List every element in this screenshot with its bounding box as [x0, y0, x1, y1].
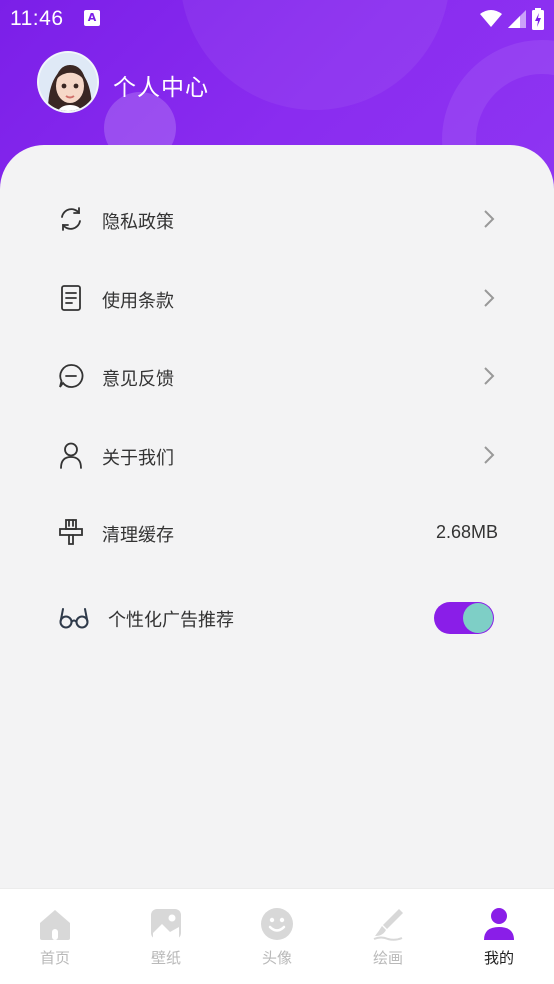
menu-item-terms[interactable]: 使用条款	[0, 268, 554, 328]
profile-icon	[484, 908, 514, 940]
avatar-image	[39, 53, 97, 111]
menu-label: 使用条款	[102, 291, 174, 312]
menu-item-clear-cache[interactable]: 清理缓存 2.68MB	[0, 502, 554, 562]
nav-item-home[interactable]: 首页	[0, 889, 110, 984]
menu-label: 意见反馈	[102, 369, 174, 390]
nav-item-mine[interactable]: 我的	[444, 889, 554, 984]
signal-icon	[508, 10, 526, 28]
menu-item-about[interactable]: 关于我们	[0, 425, 554, 485]
avatar[interactable]	[37, 51, 99, 113]
page-title: 个人中心	[113, 75, 209, 101]
nav-item-avatar[interactable]: 头像	[222, 889, 332, 984]
menu-label: 隐私政策	[102, 212, 174, 233]
battery-icon	[532, 8, 544, 30]
document-icon	[61, 285, 81, 311]
chat-icon	[59, 364, 84, 388]
person-icon	[60, 442, 82, 469]
chevron-right-icon	[484, 210, 495, 228]
menu-item-feedback[interactable]: 意见反馈	[0, 346, 554, 406]
menu-label: 清理缓存	[102, 525, 174, 546]
brush-pen-icon	[373, 909, 403, 941]
chevron-right-icon	[484, 367, 495, 385]
menu-label: 关于我们	[102, 448, 174, 469]
nav-label: 头像	[261, 949, 292, 967]
chevron-right-icon	[484, 446, 495, 464]
menu-item-privacy[interactable]: 隐私政策	[0, 189, 554, 249]
chevron-right-icon	[484, 289, 495, 307]
glasses-icon	[59, 608, 89, 629]
wifi-icon	[480, 10, 502, 27]
ads-toggle[interactable]	[434, 602, 494, 634]
refresh-icon	[61, 207, 81, 231]
bottom-nav: 首页 壁纸 头像 绘画 我的	[0, 888, 554, 984]
status-time: 11:46	[10, 7, 64, 30]
status-icons	[480, 8, 544, 30]
nav-label: 首页	[39, 949, 70, 967]
nav-item-wallpaper[interactable]: 壁纸	[111, 889, 221, 984]
smile-icon	[261, 908, 293, 940]
nav-label: 我的	[483, 949, 514, 967]
nav-label: 壁纸	[150, 949, 181, 967]
image-icon	[151, 909, 181, 939]
nav-label: 绘画	[372, 949, 403, 967]
cache-size: 2.68MB	[435, 522, 498, 542]
menu-card: 隐私政策 使用条款 意见反馈 关于我们 清理缓存 2.68MB 个性化广告推荐	[0, 145, 554, 905]
menu-label: 个性化广告推荐	[108, 610, 234, 631]
nav-item-drawing[interactable]: 绘画	[333, 889, 443, 984]
brush-icon	[59, 519, 83, 545]
home-icon	[40, 910, 70, 940]
toggle-knob	[463, 603, 493, 633]
status-bar: 11:46 A	[0, 0, 554, 38]
notification-icon: A	[84, 10, 100, 26]
menu-item-personalized-ads: 个性化广告推荐	[0, 587, 554, 647]
